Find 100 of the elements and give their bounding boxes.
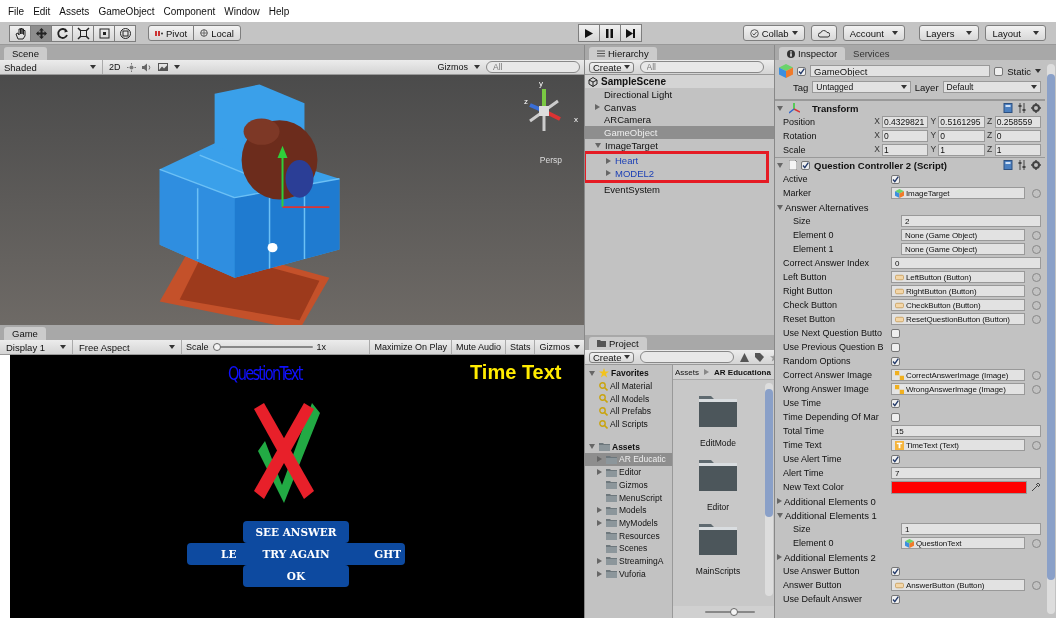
folder-item[interactable]: Resources <box>585 529 672 542</box>
left-button[interactable]: LE <box>187 543 243 565</box>
object-field[interactable]: CheckButton (Button) <box>891 299 1025 311</box>
try-again-button[interactable]: TRY AGAIN <box>243 543 349 565</box>
object-field[interactable]: None (Game Object) <box>901 229 1025 241</box>
icon-size-slider[interactable] <box>705 608 755 616</box>
expand-arrow-icon[interactable] <box>606 157 611 164</box>
foldout-label[interactable]: Additional Elements 1 <box>785 509 877 521</box>
layer-dropdown[interactable]: Default <box>942 81 1041 93</box>
settings-icon[interactable] <box>1031 103 1041 113</box>
expand-arrow-icon[interactable] <box>595 104 600 111</box>
local-button[interactable]: Local <box>193 25 241 41</box>
checkbox[interactable] <box>891 594 900 604</box>
game-toggle[interactable]: Gizmos <box>539 342 570 352</box>
name-field[interactable]: GameObject <box>810 65 991 77</box>
number-field[interactable]: 0.258559 <box>994 116 1041 128</box>
folder-item[interactable]: Vuforia <box>585 567 672 580</box>
step-button[interactable] <box>619 24 642 42</box>
checkbox[interactable] <box>891 566 900 576</box>
collab-button[interactable]: Collab <box>742 25 805 41</box>
color-field[interactable] <box>891 480 1027 494</box>
inspector-tab[interactable]: Inspector <box>779 47 846 60</box>
text-field[interactable]: 0 <box>891 257 1041 269</box>
collapse-arrow-icon[interactable] <box>777 105 783 111</box>
collapse-arrow-icon[interactable] <box>589 370 595 376</box>
favorites-label[interactable]: Favorites <box>611 368 649 379</box>
hierarchy-item[interactable]: EventSystem <box>585 182 774 196</box>
search-field[interactable] <box>639 351 734 363</box>
play-button[interactable] <box>577 24 600 42</box>
presets-icon[interactable] <box>1017 160 1027 170</box>
checkbox[interactable] <box>994 66 1004 76</box>
number-field[interactable]: 0 <box>938 130 985 142</box>
transform-tool-button[interactable] <box>114 24 136 42</box>
menu-item[interactable]: Assets <box>59 5 90 17</box>
checkbox[interactable] <box>891 328 900 338</box>
checkbox[interactable] <box>891 174 900 184</box>
object-field[interactable]: ResetQuestionButton (Button) <box>891 313 1025 325</box>
hierarchy-tab[interactable]: Hierarchy <box>589 47 657 60</box>
gizmos-dropdown[interactable]: Gizmos <box>437 62 468 72</box>
object-field[interactable]: TimeText (Text) <box>891 439 1025 451</box>
eyedropper-icon[interactable] <box>1031 482 1041 492</box>
object-field[interactable]: AnswerButton (Button) <box>891 579 1025 591</box>
object-field[interactable]: RightButton (Button) <box>891 285 1025 297</box>
display-dropdown[interactable]: Display 1 <box>4 339 68 355</box>
audio-icon[interactable] <box>141 62 152 72</box>
number-field[interactable]: 1 <box>882 144 929 156</box>
game-toggle[interactable]: Mute Audio <box>455 342 501 352</box>
object-field[interactable]: CorrectAnswerImage (Image) <box>891 369 1025 381</box>
number-field[interactable]: 0.4329821 <box>882 116 929 128</box>
folder-item[interactable]: Scenes <box>585 541 672 555</box>
folder-item[interactable]: Editor <box>585 465 672 479</box>
text-field[interactable]: 15 <box>891 425 1041 437</box>
see-answer-button[interactable]: SEE ANSWER <box>243 521 349 543</box>
ok-button[interactable]: OK <box>243 565 349 587</box>
folder-item[interactable]: Gizmos <box>585 478 672 492</box>
checkbox[interactable] <box>891 454 900 464</box>
number-field[interactable]: 1 <box>994 144 1041 156</box>
perspective-label[interactable]: Persp <box>539 155 562 165</box>
folder-item[interactable]: Models <box>585 503 672 517</box>
create-dropdown[interactable]: Create <box>589 61 634 73</box>
checkbox[interactable] <box>891 342 900 352</box>
favorite-item[interactable]: All Scripts <box>585 417 672 431</box>
scrollbar[interactable] <box>1047 64 1055 614</box>
collapse-arrow-icon[interactable] <box>777 204 783 210</box>
presets-icon[interactable] <box>1017 103 1027 113</box>
help-book-icon[interactable] <box>1003 103 1013 113</box>
checkbox[interactable] <box>891 398 900 408</box>
favorite-item[interactable]: All Models <box>585 392 672 406</box>
assets-label[interactable]: Assets <box>612 441 640 452</box>
filter-type-icon[interactable] <box>739 352 749 362</box>
breadcrumb-item[interactable]: AR Educationa <box>714 367 771 377</box>
hierarchy-item[interactable]: Directional Light <box>585 88 774 101</box>
menu-item[interactable]: Edit <box>33 5 51 17</box>
layout-dropdown[interactable]: Layout <box>985 25 1046 41</box>
foldout-label[interactable]: Additional Elements 2 <box>784 551 876 563</box>
move-tool-button[interactable] <box>30 24 52 42</box>
object-field[interactable]: WrongAnswerImage (Image) <box>891 383 1025 395</box>
cloud-button[interactable] <box>810 25 837 41</box>
text-field[interactable]: 2 <box>901 215 1041 227</box>
menu-item[interactable]: File <box>8 5 25 17</box>
rect-tool-button[interactable] <box>93 24 115 42</box>
collapse-arrow-icon[interactable] <box>777 512 783 518</box>
hierarchy-item[interactable]: ARCamera <box>585 113 774 127</box>
rotate-tool-button[interactable] <box>51 24 73 42</box>
folder-label[interactable]: Editor <box>706 502 730 512</box>
folder-label[interactable]: EditMode <box>700 438 736 448</box>
text-field[interactable]: 1 <box>901 523 1041 535</box>
collapse-arrow-icon[interactable] <box>595 142 601 148</box>
folder-item[interactable]: MenuScript <box>585 491 672 504</box>
expand-arrow-icon[interactable] <box>777 554 782 560</box>
account-dropdown[interactable]: Account <box>842 25 905 41</box>
expand-arrow-icon[interactable] <box>606 170 611 177</box>
text-field[interactable]: 7 <box>891 467 1041 479</box>
aspect-dropdown[interactable]: Free Aspect <box>77 339 177 355</box>
hand-tool-button[interactable] <box>9 24 31 42</box>
foldout-label[interactable]: Additional Elements 0 <box>784 495 876 507</box>
hierarchy-item[interactable]: ImageTarget <box>585 138 774 152</box>
create-dropdown[interactable]: Create <box>589 351 634 363</box>
checkbox[interactable] <box>801 160 810 170</box>
checkbox[interactable] <box>891 412 900 422</box>
